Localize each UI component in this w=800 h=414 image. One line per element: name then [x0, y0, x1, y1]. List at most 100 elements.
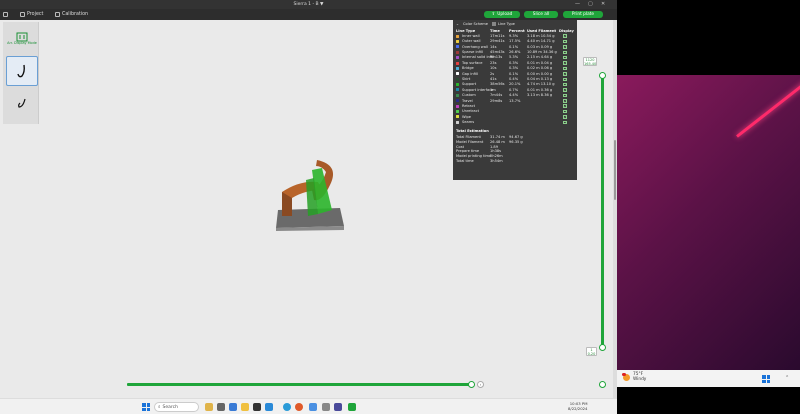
line-type-filament: 0.03 m 0.09 g	[527, 44, 553, 49]
display-checkbox[interactable]: ✓	[563, 34, 567, 38]
layer-slider[interactable]	[601, 77, 604, 348]
chevron-down-icon[interactable]: ⌄	[456, 22, 459, 26]
display-checkbox[interactable]: ✓	[563, 93, 567, 98]
file-explorer-icon[interactable]	[241, 403, 249, 411]
line-type-name: Overhang wall	[462, 44, 488, 49]
display-checkbox[interactable]: ✓	[563, 72, 567, 76]
legend-row: Seams ✓	[453, 120, 577, 125]
display-checkbox[interactable]: ✓	[563, 99, 567, 103]
line-type-percent: 9.3%	[509, 33, 519, 38]
estimation-value: 26.48 m	[490, 139, 505, 144]
display-checkbox[interactable]: ✓	[563, 66, 567, 71]
line-type-name: Unretract	[462, 109, 479, 114]
line-type-swatch-icon	[456, 110, 459, 114]
slider-options-icon[interactable]: ›	[477, 381, 484, 388]
line-type-time: 7m44s	[490, 93, 503, 98]
mail-icon[interactable]	[265, 403, 273, 411]
calibration-tab-label: Calibration	[62, 11, 89, 17]
windows-start-icon[interactable]	[142, 403, 150, 411]
system-tray-clock[interactable]: 10:03 PM 8/22/2024	[568, 401, 587, 411]
display-checkbox[interactable]: ✓	[563, 115, 567, 119]
line-type-percent: 0.7%	[509, 87, 519, 92]
line-type-time: 29m41s	[490, 39, 505, 44]
estimation-value: 3h54m	[490, 159, 503, 164]
color-scheme-select[interactable]: Line Type	[492, 22, 515, 26]
line-type-time: 14s	[490, 44, 497, 49]
weather-sun-icon	[622, 372, 630, 381]
line-type-time: 23s	[490, 60, 497, 65]
line-type-name: Support	[462, 82, 477, 87]
taskbar-search[interactable]: ⌕ Search	[154, 402, 199, 412]
estimation-value-2: 94.67 g	[509, 135, 523, 140]
display-checkbox[interactable]: ✓	[563, 120, 567, 125]
bend-tool[interactable]	[6, 56, 38, 86]
app-icon[interactable]	[334, 403, 342, 411]
line-type-time: 45m43s	[490, 50, 505, 55]
windows-start-icon-secondary[interactable]	[762, 375, 770, 383]
menu-icon[interactable]	[3, 11, 8, 17]
layer-bottom-knob[interactable]	[599, 344, 606, 351]
minimize-icon[interactable]: —	[575, 1, 580, 7]
legend-panel: ⌄ Color Scheme Line Type Line Type Time …	[453, 20, 577, 180]
legend-rows: Inner wall 17m11s 9.3% 3.18 m 10.54 g ✓ Outer…	[453, 33, 577, 125]
line-type-percent: 26.6%	[509, 50, 521, 55]
store-icon[interactable]	[229, 403, 237, 411]
line-type-swatch-icon	[456, 39, 459, 43]
search-icon: ⌕	[158, 405, 161, 410]
move-slider[interactable]	[127, 383, 473, 386]
line-type-swatch-icon	[456, 115, 459, 119]
close-icon[interactable]: ✕	[601, 1, 605, 7]
line-type-swatch-icon	[456, 72, 459, 76]
edge-icon[interactable]	[283, 403, 291, 411]
scroll-thumb[interactable]	[614, 140, 616, 200]
col-used-filament: Used Filament	[527, 28, 557, 33]
weather-widget[interactable]: 75°F Windy	[622, 372, 646, 382]
display-checkbox[interactable]: ✓	[563, 39, 567, 44]
line-type-percent: 0.1%	[509, 44, 519, 49]
right-monitor-bezel-bottom	[617, 387, 800, 414]
calibration-tab[interactable]: Calibration	[55, 11, 89, 17]
line-type-swatch-icon	[456, 120, 459, 124]
display-checkbox[interactable]: ✓	[563, 104, 567, 108]
line-type-percent: 5.3%	[509, 55, 519, 60]
print-plate-button[interactable]: Print plate	[563, 11, 603, 18]
display-checkbox[interactable]: ✓	[563, 45, 567, 49]
bambu-studio-icon[interactable]	[309, 403, 317, 411]
line-type-time: 9m13s	[490, 55, 503, 60]
display-checkbox[interactable]: ✓	[563, 55, 567, 60]
display-checkbox[interactable]: ✓	[563, 61, 567, 65]
print-plate-label: Print plate	[571, 12, 595, 17]
estimation-value: 1.89	[490, 144, 499, 149]
layer-top-knob[interactable]	[599, 72, 606, 79]
tray-chevron-icon[interactable]: ⌃	[785, 375, 789, 381]
slider-reset-knob[interactable]	[599, 381, 606, 388]
estimation-rows: Total Filament 31.74 m 94.67 g Model Filame…	[453, 135, 577, 164]
slice-all-label: Slice all	[532, 12, 550, 17]
task-view-icon[interactable]	[217, 403, 225, 411]
terminal-icon[interactable]	[253, 403, 261, 411]
settings-gear-icon[interactable]	[322, 403, 330, 411]
upload-label: Upload	[497, 12, 513, 17]
line-type-name: Skirt	[462, 77, 471, 82]
widgets-icon[interactable]	[205, 403, 213, 411]
display-checkbox[interactable]: ✓	[563, 50, 567, 55]
upload-button[interactable]: ⇪ Upload	[484, 11, 520, 18]
firefox-icon[interactable]	[295, 403, 303, 411]
line-type-filament: 0.01 m 0.36 g	[527, 87, 553, 92]
line-type-swatch-icon	[456, 93, 459, 97]
notification-badge	[622, 372, 626, 376]
arrange-tool[interactable]: Arr. Display Mode	[6, 24, 38, 54]
project-tab[interactable]: Project	[20, 11, 43, 17]
move-slider-knob[interactable]	[468, 381, 475, 388]
line-type-swatch-icon	[456, 66, 459, 70]
line-type-time: 29m8s	[490, 98, 503, 103]
maximize-icon[interactable]: ▢	[588, 1, 593, 7]
calibration-icon	[55, 11, 60, 17]
display-checkbox[interactable]: ✓	[563, 88, 567, 92]
display-checkbox[interactable]: ✓	[563, 82, 567, 87]
display-checkbox[interactable]: ✓	[563, 77, 567, 82]
slice-all-button[interactable]: Slice all	[524, 11, 558, 18]
display-checkbox[interactable]: ✓	[563, 109, 567, 114]
curve-tool[interactable]	[6, 88, 38, 118]
slicer-icon[interactable]	[348, 403, 356, 411]
